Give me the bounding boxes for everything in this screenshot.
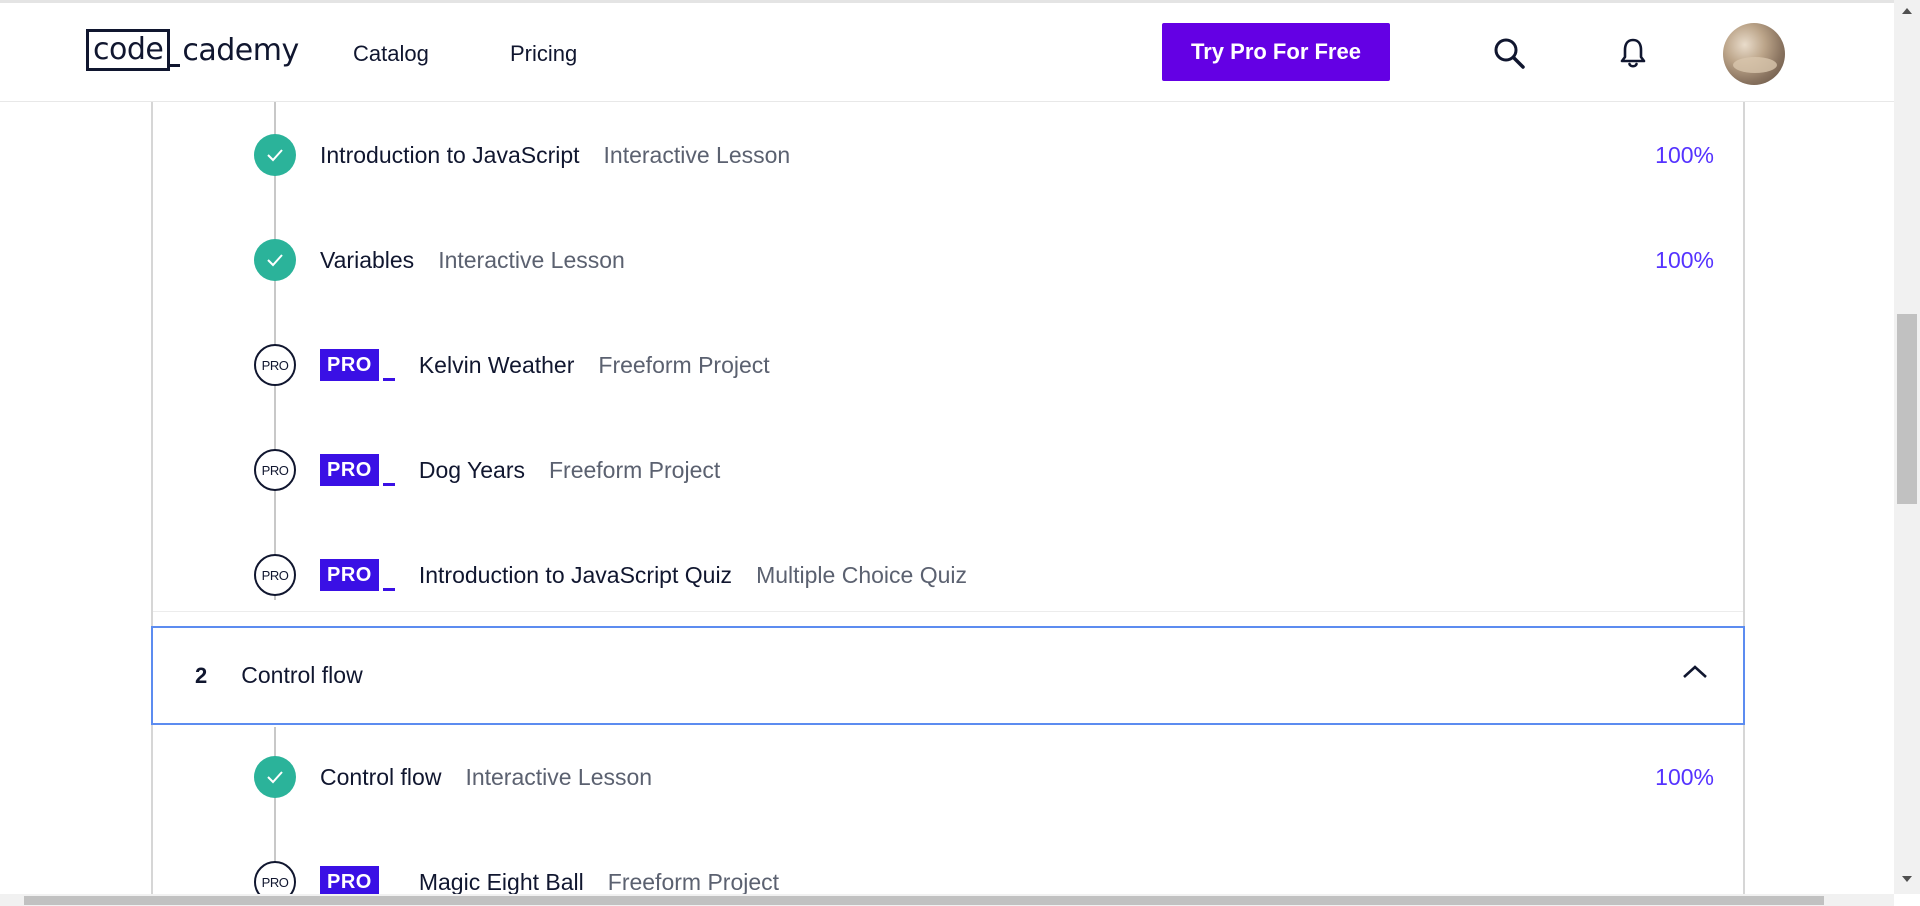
- pro-badge: PRO: [320, 559, 395, 591]
- horizontal-scroll-thumb[interactable]: [24, 896, 1824, 905]
- nav-pricing-link[interactable]: Pricing: [510, 41, 577, 67]
- nav-catalog-link[interactable]: Catalog: [353, 41, 429, 67]
- pro-lock-status-icon: PRO: [254, 449, 296, 491]
- logo-code-box: code: [86, 29, 171, 71]
- item-type: Interactive Lesson: [465, 763, 653, 790]
- item-type: Multiple Choice Quiz: [756, 561, 967, 588]
- pro-badge: PRO: [320, 454, 395, 486]
- pro-badge: PRO: [320, 349, 395, 381]
- item-title[interactable]: Magic Eight Ball: [419, 869, 584, 896]
- item-title[interactable]: Introduction to JavaScript Quiz: [419, 562, 732, 589]
- vertical-scroll-thumb[interactable]: [1897, 314, 1917, 504]
- list-item[interactable]: PRO PRO Dog Years Freeform Project: [254, 448, 1714, 492]
- complete-check-icon: [254, 239, 296, 281]
- item-type: Freeform Project: [598, 351, 770, 378]
- top-navigation-bar: code cademy Catalog Pricing Try Pro For …: [0, 3, 1894, 102]
- section-divider: [153, 611, 1743, 612]
- codecademy-logo[interactable]: code cademy: [86, 29, 299, 71]
- horizontal-scrollbar[interactable]: [0, 894, 1894, 906]
- item-type: Freeform Project: [548, 456, 721, 483]
- item-type: Interactive Lesson: [438, 246, 625, 273]
- user-avatar[interactable]: [1723, 23, 1785, 85]
- item-title[interactable]: Introduction to JavaScript: [320, 142, 580, 169]
- item-title[interactable]: Dog Years: [419, 457, 525, 484]
- try-pro-button[interactable]: Try Pro For Free: [1162, 23, 1390, 81]
- scroll-up-arrow-icon[interactable]: [1902, 8, 1912, 14]
- section-number: 2: [195, 662, 208, 688]
- list-item[interactable]: PRO PRO Introduction to JavaScript Quiz …: [254, 553, 1714, 597]
- item-progress: 100%: [1655, 141, 1714, 168]
- module-panel-right-border: [1743, 100, 1745, 900]
- section-2-header[interactable]: 2 Control flow: [151, 626, 1745, 725]
- list-item[interactable]: PRO PRO Kelvin Weather Freeform Project: [254, 343, 1714, 387]
- pro-badge-underscore: [382, 483, 395, 486]
- pro-badge-label: PRO: [320, 454, 379, 486]
- section-title: Control flow: [241, 662, 363, 688]
- search-icon[interactable]: [1492, 36, 1526, 70]
- pro-badge-label: PRO: [320, 349, 379, 381]
- list-item[interactable]: Control flow Interactive Lesson 100%: [254, 755, 1714, 799]
- complete-check-icon: [254, 756, 296, 798]
- pro-badge-underscore: [382, 588, 395, 591]
- item-type: Interactive Lesson: [603, 141, 791, 168]
- chevron-up-icon[interactable]: [1681, 662, 1709, 682]
- pro-badge-label: PRO: [320, 559, 379, 591]
- scroll-down-arrow-icon[interactable]: [1902, 876, 1912, 882]
- item-title[interactable]: Variables: [320, 247, 414, 274]
- list-item[interactable]: Variables Interactive Lesson 100%: [254, 238, 1714, 282]
- item-type: Freeform Project: [607, 868, 780, 895]
- list-item[interactable]: Introduction to JavaScript Interactive L…: [254, 133, 1714, 177]
- pro-lock-status-icon: PRO: [254, 554, 296, 596]
- bell-icon[interactable]: [1616, 36, 1650, 70]
- module-panel-left-border: [151, 100, 153, 900]
- item-progress: 100%: [1655, 246, 1714, 273]
- pro-badge-underscore: [382, 378, 395, 381]
- item-title[interactable]: Kelvin Weather: [419, 352, 575, 379]
- item-title[interactable]: Control flow: [320, 764, 441, 791]
- vertical-scrollbar[interactable]: [1894, 0, 1920, 894]
- logo-cursor: [168, 64, 181, 67]
- pro-lock-status-icon: PRO: [254, 344, 296, 386]
- item-progress: 100%: [1655, 763, 1714, 790]
- complete-check-icon: [254, 134, 296, 176]
- logo-cademy-text: cademy: [182, 32, 299, 68]
